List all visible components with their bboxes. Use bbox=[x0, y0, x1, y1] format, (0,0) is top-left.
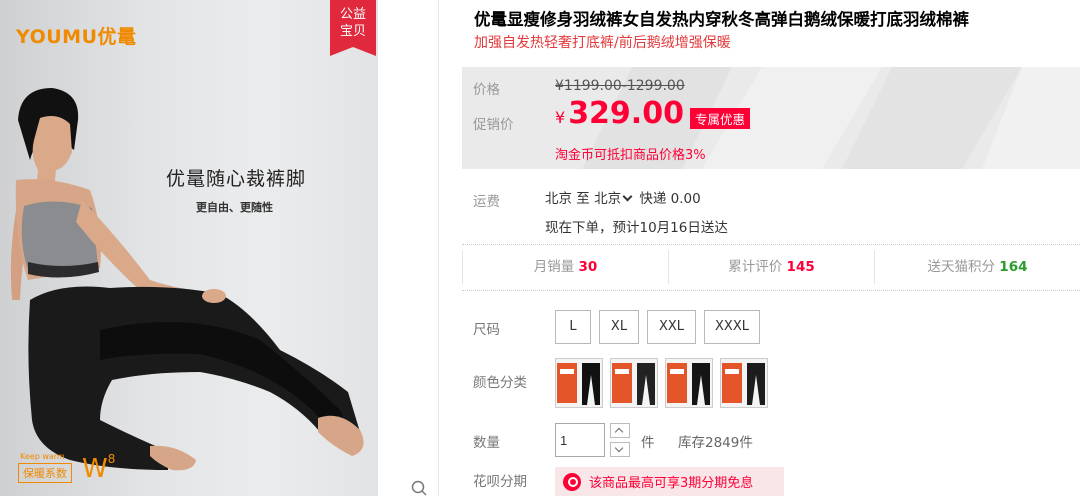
warm-level-number: 8 bbox=[107, 452, 116, 466]
chevron-down-icon[interactable] bbox=[614, 443, 624, 453]
image-slogan: 优鼌随心裁裤脚 bbox=[166, 168, 307, 190]
color-swatch[interactable] bbox=[555, 358, 603, 408]
size-option-xxl[interactable]: XXL bbox=[647, 310, 696, 344]
reviews-label[interactable]: 累计评价 bbox=[728, 259, 782, 275]
warm-level-mark: W8 bbox=[82, 452, 116, 484]
column-divider bbox=[438, 0, 439, 496]
dotted-divider bbox=[462, 244, 1080, 245]
image-slogan-sub: 更自由、更随性 bbox=[196, 201, 273, 214]
color-swatch[interactable] bbox=[720, 358, 768, 408]
dotted-divider bbox=[462, 290, 1080, 291]
warm-level-badge: 保暖系数 bbox=[18, 463, 72, 483]
ship-to-city[interactable]: 北京 bbox=[594, 191, 621, 207]
color-label: 颜色分类 bbox=[473, 375, 527, 391]
model-figure bbox=[10, 88, 364, 471]
quantity-increase-button[interactable] bbox=[610, 423, 630, 438]
installment-label: 花呗分期 bbox=[473, 474, 527, 490]
stock-count: 库存2849件 bbox=[678, 435, 753, 451]
charity-badge-line1: 公益 bbox=[339, 7, 366, 22]
ship-from: 北京 bbox=[545, 191, 572, 207]
quantity-decrease-button[interactable] bbox=[610, 442, 630, 457]
product-subtitle: 加强自发热轻奢打底裤/前后鹅绒增强保暖 bbox=[474, 35, 731, 51]
total-reviews[interactable]: 累计评价 145 bbox=[668, 250, 874, 284]
swatch-thumbnail bbox=[667, 363, 710, 405]
promo-price: ¥329.00 bbox=[555, 96, 684, 131]
reviews-value[interactable]: 145 bbox=[787, 259, 815, 275]
brand-logo: YOUMU优鼌 bbox=[16, 26, 137, 48]
chevron-up-icon[interactable] bbox=[614, 427, 624, 437]
sales-stats-bar: 月销量 30 累计评价 145 送天猫积分 164 bbox=[462, 250, 1080, 284]
original-price: ¥1199.00-1299.00 bbox=[555, 78, 685, 94]
ship-to-word: 至 bbox=[576, 191, 590, 207]
tmall-points: 送天猫积分 164 bbox=[874, 250, 1080, 284]
promo-price-value: 329.00 bbox=[568, 96, 684, 131]
delivery-estimate: 现在下单，预计10月16日送达 bbox=[545, 220, 728, 236]
installment-option[interactable]: 该商品最高可享3期分期免息 bbox=[555, 467, 784, 496]
installment-text[interactable]: 该商品最高可享3期分期免息 bbox=[589, 472, 753, 491]
product-main-image[interactable]: YOUMU优鼌 公益 宝贝 优鼌随心裁裤脚 更自由、更随性 Keep warm … bbox=[0, 0, 378, 496]
shipping-label: 运费 bbox=[473, 194, 500, 210]
monthly-sales-value: 30 bbox=[578, 259, 598, 275]
size-option-xl[interactable]: XL bbox=[599, 310, 639, 344]
original-price-label: 价格 bbox=[473, 82, 500, 98]
swatch-thumbnail bbox=[557, 363, 600, 405]
ship-to-selector[interactable]: 北京 bbox=[594, 191, 635, 207]
swatch-thumbnail bbox=[722, 363, 765, 405]
currency-symbol: ¥ bbox=[555, 108, 566, 127]
huabei-icon bbox=[563, 472, 581, 491]
keep-warm-text: Keep warm bbox=[20, 452, 65, 461]
shipping-method: 快递 0.00 bbox=[639, 191, 701, 207]
taojinbi-discount-text: 淘金币可抵扣商品价格3% bbox=[555, 148, 706, 163]
size-option-xxxl[interactable]: XXXL bbox=[704, 310, 760, 344]
swatch-thumbnail bbox=[612, 363, 655, 405]
quantity-input[interactable] bbox=[555, 423, 605, 457]
monthly-sales: 月销量 30 bbox=[462, 250, 668, 284]
warm-level-letter: W bbox=[82, 454, 108, 484]
monthly-sales-label: 月销量 bbox=[533, 259, 575, 275]
points-value: 164 bbox=[999, 259, 1028, 275]
product-title: 优鼌显瘦修身羽绒裤女自发热内穿秋冬高弹白鹅绒保暖打底羽绒棉裤 bbox=[474, 10, 969, 29]
color-swatch[interactable] bbox=[610, 358, 658, 408]
exclusive-discount-tag: 专属优惠 bbox=[690, 108, 751, 129]
promo-price-label: 促销价 bbox=[473, 117, 514, 133]
size-option-l[interactable]: L bbox=[555, 310, 591, 344]
size-label: 尺码 bbox=[473, 322, 500, 338]
points-label: 送天猫积分 bbox=[927, 259, 996, 275]
charity-badge-line2: 宝贝 bbox=[339, 24, 366, 39]
zoom-magnifier-icon[interactable] bbox=[410, 478, 428, 496]
color-swatch[interactable] bbox=[665, 358, 713, 408]
quantity-unit: 件 bbox=[641, 435, 655, 451]
shipping-route: 北京 至 北京 快递 0.00 bbox=[545, 187, 701, 207]
chevron-down-icon[interactable] bbox=[622, 191, 633, 202]
quantity-label: 数量 bbox=[473, 435, 500, 451]
